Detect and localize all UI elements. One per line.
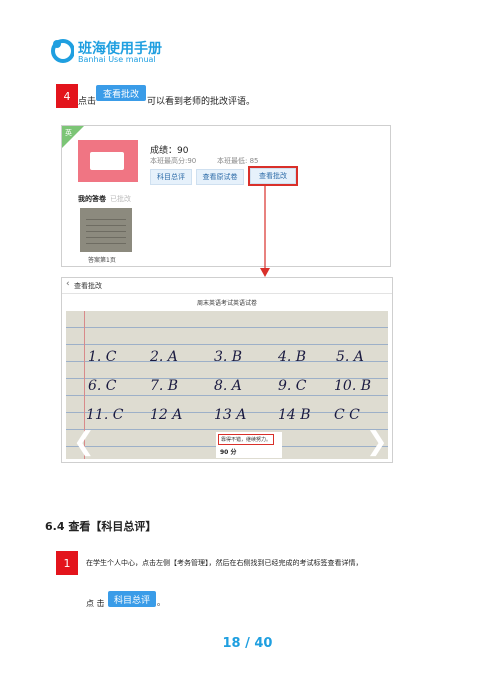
next-page-arrow[interactable]: ❯ bbox=[366, 427, 388, 457]
step4-prefix: 点击 bbox=[78, 97, 97, 107]
subject-summary-tag-button[interactable]: 科目总评 bbox=[108, 591, 156, 607]
teacher-comment-box: 靠得不错，继续努力。 90 分 bbox=[216, 432, 282, 458]
my-answer-status: 已批改 bbox=[110, 195, 131, 203]
answer-1: 1. C bbox=[88, 349, 117, 365]
answer-6: 6. C bbox=[88, 378, 117, 394]
logo: 班海使用手册 Banhai Use manual bbox=[50, 38, 250, 68]
step1-suffix: 。 bbox=[157, 598, 165, 607]
answer-9: 9. C bbox=[278, 378, 307, 394]
answer-5: 5. A bbox=[336, 349, 364, 365]
view-grading-button[interactable]: 查看批改 bbox=[96, 85, 146, 101]
step1-prefix: 点 击 bbox=[86, 599, 105, 608]
page-number: 18 / 40 bbox=[222, 636, 273, 651]
paper-icon bbox=[90, 152, 124, 170]
class-high-score: 本班最高分:90 bbox=[150, 157, 197, 165]
answer-10: 10. B bbox=[334, 378, 372, 394]
thumbnail-lines bbox=[86, 216, 126, 244]
answer-2: 2. A bbox=[150, 349, 178, 365]
step-number-1: 1 bbox=[56, 551, 78, 575]
subject-summary-button[interactable]: 科目总评 bbox=[150, 169, 192, 185]
answer-14: 14 B bbox=[278, 407, 311, 423]
my-answer-label: 我的答卷 bbox=[78, 195, 106, 203]
section-heading: 6.4 查看【科目总评】 bbox=[45, 520, 157, 533]
exam-title: 周末英语考试英语试卷 bbox=[196, 300, 257, 307]
answer-3: 3. B bbox=[214, 349, 243, 365]
answer-7: 7. B bbox=[150, 378, 179, 394]
grading-score: 90 分 bbox=[220, 449, 237, 456]
class-low-score: 本班最低: 85 bbox=[217, 157, 259, 165]
answer-8: 8. A bbox=[214, 378, 242, 394]
paper-image bbox=[78, 140, 138, 182]
answer-15: C C bbox=[334, 407, 360, 423]
teacher-comment: 靠得不错，继续努力。 bbox=[218, 434, 275, 445]
answer-12: 12 A bbox=[150, 407, 183, 423]
previous-page-arrow[interactable]: ❮ bbox=[73, 427, 95, 457]
grading-topbar: ‹ 查看批改 bbox=[62, 278, 392, 294]
step1-text: 在学生个人中心，点击左侧【考务管理】，然后在右侧找到已经完成的考试标签查看详情， bbox=[86, 559, 363, 567]
grading-view: ‹ 查看批改 周末英语考试英语试卷 1. C 2. A 3. B 4. B 5.… bbox=[61, 277, 393, 463]
answer-sheet-photo: 1. C 2. A 3. B 4. B 5. A 6. C 7. B 8. A … bbox=[66, 311, 388, 459]
step4-suffix: 可以看到老师的批改评语。 bbox=[147, 97, 256, 107]
logo-subtitle: Banhai Use manual bbox=[78, 55, 156, 64]
grading-topbar-title: 查看批改 bbox=[74, 282, 102, 290]
pointer-arrow bbox=[260, 186, 270, 277]
thumbnail-caption: 答案第1页 bbox=[88, 257, 116, 264]
answer-thumbnail[interactable] bbox=[80, 208, 132, 252]
view-original-paper-button[interactable]: 查看原试卷 bbox=[196, 169, 244, 185]
subject-badge-label: 英 bbox=[65, 129, 72, 137]
exam-card: 英 成绩：90 本班最高分:90 本班最低: 85 科目总评 查看原试卷 查看批… bbox=[61, 125, 391, 267]
answer-13: 13 A bbox=[214, 407, 247, 423]
score-text: 成绩：90 bbox=[150, 146, 189, 156]
back-chevron-icon[interactable]: ‹ bbox=[66, 279, 70, 289]
view-grading-card-button[interactable]: 查看批改 bbox=[248, 166, 298, 186]
logo-icon bbox=[51, 39, 74, 63]
answer-4: 4. B bbox=[278, 349, 307, 365]
answer-11: 11. C bbox=[86, 407, 124, 423]
step-number-4: 4 bbox=[56, 84, 78, 108]
